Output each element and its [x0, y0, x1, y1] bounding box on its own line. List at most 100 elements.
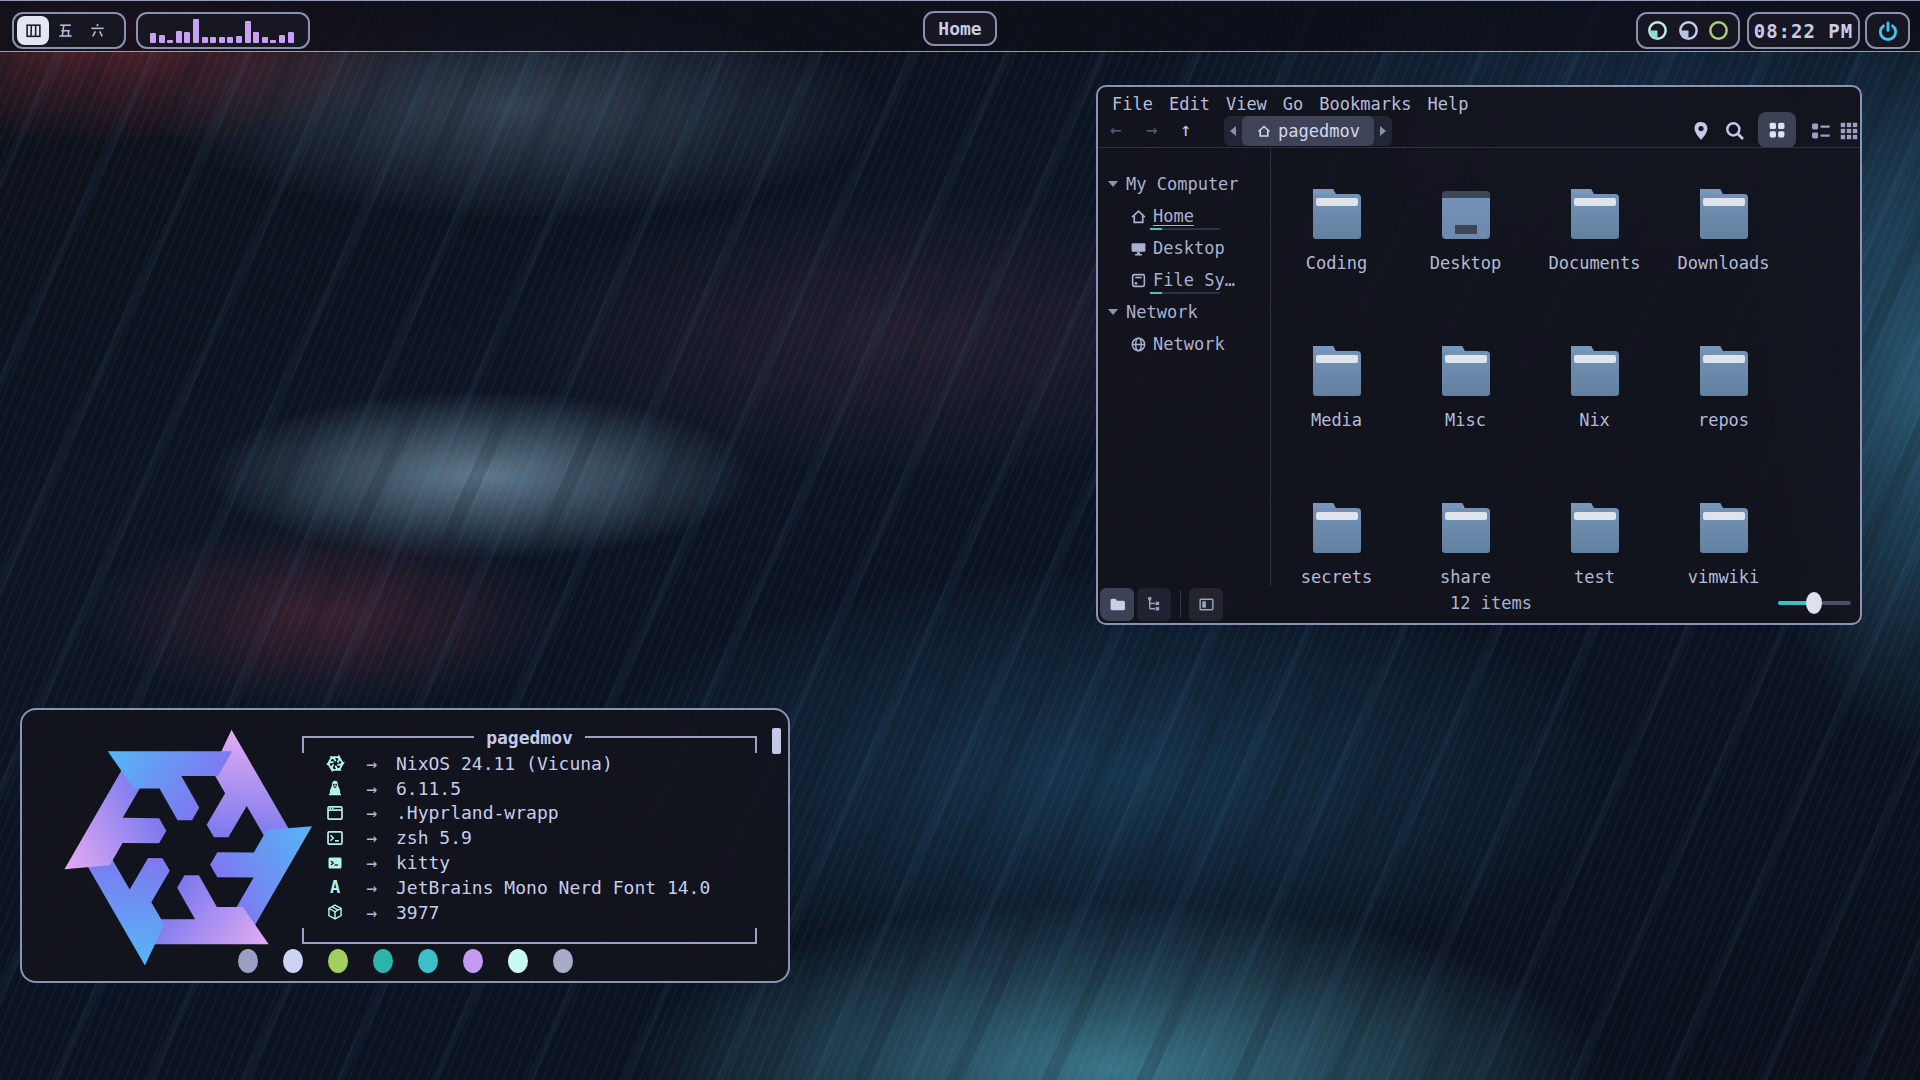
folder-item[interactable]: secrets — [1272, 495, 1401, 652]
side-pane-icon — [1198, 596, 1215, 613]
zoom-slider[interactable] — [1778, 601, 1851, 605]
folder-label: Nix — [1579, 410, 1610, 430]
workspace-glyph-four — [25, 22, 42, 39]
folder-item[interactable]: share — [1401, 495, 1530, 652]
visualizer-bar — [150, 33, 156, 43]
filesystem-icon — [1130, 272, 1147, 289]
sidebar-item-desktop[interactable]: Desktop — [1098, 232, 1270, 264]
fetch-font-value: JetBrains Mono Nerd Font 14.0 — [396, 877, 710, 898]
folder-label: Coding — [1306, 253, 1367, 273]
folder-icon — [1313, 189, 1361, 239]
folder-item[interactable]: Nix — [1530, 338, 1659, 495]
section-label: Network — [1126, 302, 1198, 322]
path-scroll-right-button[interactable] — [1374, 116, 1392, 146]
folder-icon — [1571, 503, 1619, 553]
fetch-row-wm: → .Hyprland-wrapp — [322, 801, 710, 826]
slider-thumb[interactable] — [1806, 592, 1822, 614]
thumbnail-view-icon[interactable] — [1838, 120, 1860, 142]
forward-button[interactable]: → — [1146, 118, 1157, 140]
workspace-6[interactable] — [81, 16, 113, 45]
folder-item[interactable]: Downloads — [1659, 181, 1788, 338]
path-label: pagedmov — [1278, 121, 1360, 141]
folder-item[interactable]: repos — [1659, 338, 1788, 495]
fetch-row-os: → NixOS 24.11 (Vicuna) — [322, 751, 710, 776]
tree-view-icon — [1146, 596, 1163, 613]
menu-file[interactable]: File — [1112, 94, 1153, 114]
palette-swatch — [373, 949, 393, 973]
visualizer-bar — [279, 35, 285, 43]
fetch-hostname: pagedmov — [474, 727, 585, 748]
terminal-color-palette — [22, 949, 788, 973]
folder-icon — [1571, 346, 1619, 396]
up-button[interactable]: ↑ — [1180, 118, 1191, 140]
terminal-cursor — [772, 728, 781, 754]
sidebar-item-network[interactable]: Network — [1098, 328, 1270, 360]
palette-swatch — [508, 949, 528, 973]
compact-view-icon[interactable] — [1810, 120, 1832, 142]
arrow-icon: → — [348, 902, 396, 923]
icon-body — [1700, 194, 1748, 239]
fetch-packages-value: 3977 — [396, 902, 439, 923]
palette-swatch — [418, 949, 438, 973]
folder-item[interactable]: Coding — [1272, 181, 1401, 338]
path-segment-home[interactable]: pagedmov — [1242, 116, 1374, 146]
visualizer-bar — [262, 37, 268, 43]
gauge-3-icon — [1707, 19, 1730, 42]
wm-icon — [322, 804, 348, 822]
box-corner — [302, 737, 304, 753]
folder-item[interactable]: Desktop — [1401, 181, 1530, 338]
arrow-icon: → — [348, 802, 396, 823]
item-count: 12 items — [1411, 593, 1571, 613]
kernel-icon — [322, 779, 348, 797]
icon-body — [1313, 351, 1361, 396]
search-icon[interactable] — [1724, 120, 1746, 142]
grid-view-icon — [1768, 121, 1786, 139]
folder-item[interactable]: Media — [1272, 338, 1401, 495]
workspace-4[interactable] — [17, 16, 49, 45]
toolbar: ← → ↑ pagedmov — [1098, 116, 1860, 150]
fastfetch-terminal: pagedmov → NixOS 24.11 (Vicuna) → 6.11.5… — [20, 708, 790, 983]
box-bottom-border — [302, 942, 757, 944]
menu-go[interactable]: Go — [1283, 94, 1303, 114]
file-manager-window: File Edit View Go Bookmarks Help ← → ↑ p… — [1096, 85, 1862, 625]
menu-help[interactable]: Help — [1427, 94, 1468, 114]
folder-icon — [1313, 503, 1361, 553]
folder-icon — [1109, 596, 1126, 613]
sidebar-section-network[interactable]: Network — [1098, 296, 1270, 328]
visualizer-bars — [150, 17, 294, 43]
folder-item[interactable]: test — [1530, 495, 1659, 652]
focus-underline — [1150, 292, 1220, 294]
folder-label: secrets — [1301, 567, 1373, 587]
toggle-side-pane-button[interactable] — [1189, 588, 1223, 621]
location-pin-icon[interactable] — [1690, 120, 1712, 142]
menu-edit[interactable]: Edit — [1169, 94, 1210, 114]
visualizer-bar — [236, 36, 242, 43]
palette-swatch — [283, 949, 303, 973]
show-places-button[interactable] — [1100, 588, 1134, 621]
icon-body — [1700, 351, 1748, 396]
sidebar-item-filesystem[interactable]: File Sy… — [1098, 264, 1270, 296]
folder-item[interactable]: vimwiki — [1659, 495, 1788, 652]
arrow-icon: → — [348, 753, 396, 774]
menu-bookmarks[interactable]: Bookmarks — [1319, 94, 1411, 114]
sidebar-item-label: Home — [1153, 206, 1194, 226]
fetch-row-terminal: → kitty — [322, 850, 710, 875]
folder-grid: Coding DesktopDocumentsDownloads MediaMisc… — [1272, 181, 1788, 652]
icon-view-button[interactable] — [1758, 112, 1796, 148]
shell-icon — [322, 829, 348, 847]
back-button[interactable]: ← — [1110, 118, 1121, 140]
path-scroll-left-button[interactable] — [1224, 116, 1242, 146]
menu-view[interactable]: View — [1226, 94, 1267, 114]
show-tree-button[interactable] — [1137, 588, 1171, 621]
fetch-os-value: NixOS 24.11 (Vicuna) — [396, 753, 613, 774]
arrow-icon: → — [348, 877, 396, 898]
sidebar-section-my-computer[interactable]: My Computer — [1098, 168, 1270, 200]
folder-item[interactable]: Documents — [1530, 181, 1659, 338]
workspace-5[interactable] — [49, 16, 81, 45]
folder-item[interactable]: Misc — [1401, 338, 1530, 495]
arrow-icon: → — [348, 827, 396, 848]
fetch-row-packages: → 3977 — [322, 900, 710, 925]
power-button[interactable] — [1865, 12, 1910, 49]
sidebar-item-home[interactable]: Home — [1098, 200, 1270, 232]
gauge-1-icon — [1646, 19, 1669, 42]
